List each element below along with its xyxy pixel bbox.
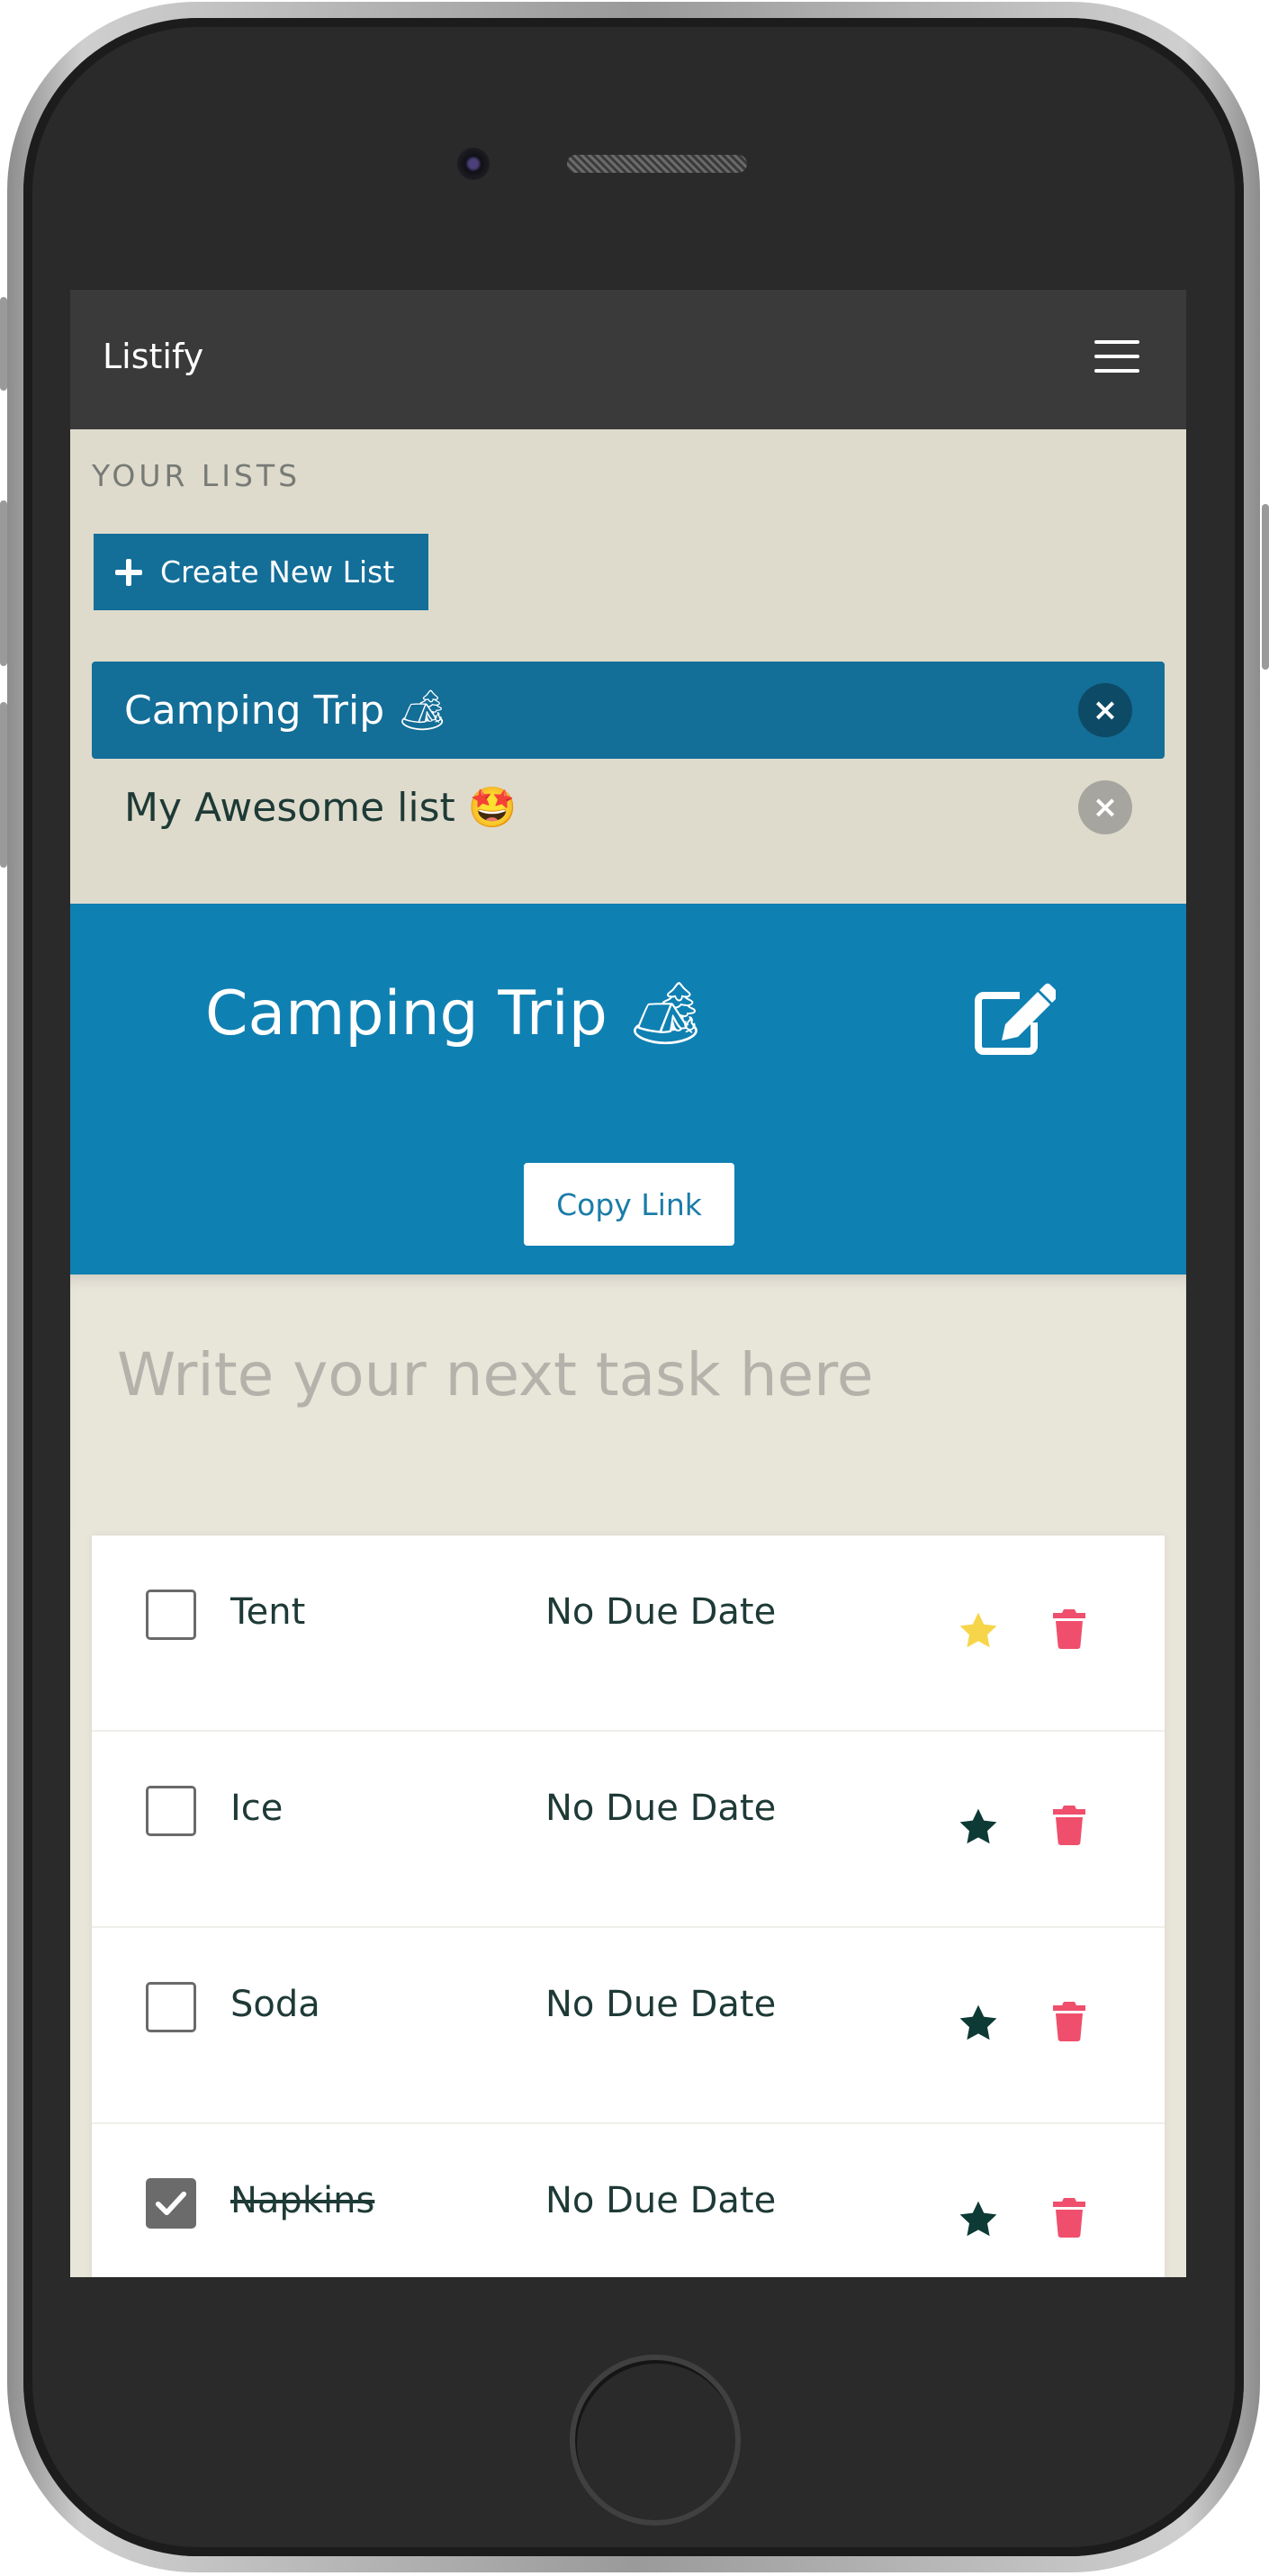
star-icon[interactable] — [956, 1609, 1001, 1653]
task-list: Tent No Due Date Ice No Due Date Soda No… — [92, 1536, 1165, 2277]
side-button-silent — [0, 297, 7, 391]
remove-list-button[interactable]: × — [1078, 683, 1132, 737]
menu-icon[interactable] — [1094, 340, 1139, 373]
star-icon[interactable] — [956, 1806, 1001, 1849]
front-camera — [457, 148, 490, 180]
list-item-label: My Awesome list 🤩 — [124, 785, 518, 831]
home-button[interactable] — [570, 2355, 741, 2526]
trash-icon[interactable] — [1053, 2198, 1085, 2238]
lists-heading: YOUR LISTS — [92, 458, 302, 493]
new-task-input[interactable] — [115, 1311, 1109, 1438]
task-row: Napkins No Due Date — [92, 2124, 1165, 2277]
app-brand[interactable]: Listify — [103, 337, 203, 376]
trash-icon[interactable] — [1053, 1806, 1085, 1845]
task-checkbox[interactable] — [146, 1982, 196, 2032]
task-row: Soda No Due Date — [92, 1928, 1165, 2124]
task-due-date[interactable]: No Due Date — [545, 2180, 776, 2221]
star-icon[interactable] — [956, 2198, 1001, 2241]
task-checkbox[interactable] — [146, 1786, 196, 1836]
task-input-area — [70, 1274, 1186, 1527]
task-checkbox[interactable] — [146, 2178, 196, 2229]
list-title-banner: Camping Trip 🏕 Copy Link — [70, 904, 1186, 1274]
earpiece-speaker — [567, 155, 747, 173]
app-screen: Listify YOUR LISTS Create New List Campi… — [70, 290, 1186, 2277]
task-due-date[interactable]: No Due Date — [545, 1788, 776, 1829]
list-title: Camping Trip 🏕 — [205, 978, 705, 1049]
task-name[interactable]: Tent — [230, 1591, 305, 1633]
task-row: Ice No Due Date — [92, 1732, 1165, 1928]
trash-icon[interactable] — [1053, 2002, 1085, 2041]
task-checkbox[interactable] — [146, 1590, 196, 1640]
remove-list-button[interactable]: × — [1078, 780, 1132, 834]
copy-link-button[interactable]: Copy Link — [524, 1163, 734, 1246]
task-due-date[interactable]: No Due Date — [545, 1591, 776, 1633]
lists-panel: YOUR LISTS Create New List Camping Trip … — [70, 429, 1186, 904]
task-row: Tent No Due Date — [92, 1536, 1165, 1732]
task-due-date[interactable]: No Due Date — [545, 1984, 776, 2025]
navbar: Listify — [70, 290, 1186, 429]
close-icon: × — [1092, 692, 1119, 728]
trash-icon[interactable] — [1053, 1609, 1085, 1649]
create-list-label: Create New List — [160, 554, 395, 590]
task-name[interactable]: Ice — [230, 1788, 283, 1829]
side-button-power — [1262, 504, 1269, 670]
list-item-my-awesome-list[interactable]: My Awesome list 🤩 × — [92, 759, 1165, 856]
task-name[interactable]: Soda — [230, 1984, 320, 2025]
list-item-camping-trip[interactable]: Camping Trip 🏕 × — [92, 662, 1165, 759]
list-item-label: Camping Trip 🏕 — [124, 688, 448, 734]
side-button-volume-down — [0, 702, 7, 868]
create-list-button[interactable]: Create New List — [94, 534, 428, 610]
plus-icon — [115, 558, 142, 586]
side-button-volume-up — [0, 500, 7, 666]
task-name[interactable]: Napkins — [230, 2180, 374, 2221]
checkmark-icon — [155, 2191, 187, 2216]
close-icon: × — [1092, 789, 1119, 825]
edit-icon[interactable] — [975, 983, 1056, 1055]
star-icon[interactable] — [956, 2002, 1001, 2045]
